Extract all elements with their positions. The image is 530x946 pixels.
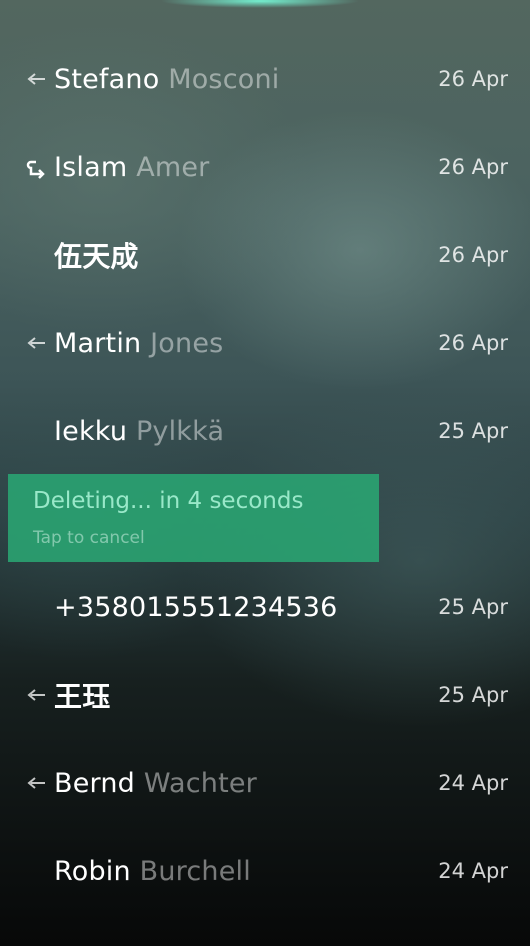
remorse-cancel-hint: Tap to cancel: [33, 528, 145, 548]
conversation-date: 24 Apr: [438, 771, 508, 795]
remorse-timer-banner[interactable]: Deleting... in 4 seconds Tap to cancel: [8, 474, 379, 562]
contact-first-name: Martin: [54, 327, 142, 359]
contact-first-name: Stefano: [54, 63, 160, 95]
conversation-date: 26 Apr: [438, 331, 508, 355]
conversation-date: 25 Apr: [438, 683, 508, 707]
conversation-row-iekku-pylkka[interactable]: Iekku Pylkkä 25 Apr: [0, 387, 530, 475]
conversation-date: 25 Apr: [438, 595, 508, 619]
remorse-title: Deleting... in 4 seconds: [33, 488, 304, 514]
contact-name: +358015551234536: [54, 591, 338, 623]
conversation-row-wu-tiancheng[interactable]: 伍天成 26 Apr: [0, 211, 530, 299]
contact-first-name: Islam: [54, 151, 128, 183]
contact-first-name: Bernd: [54, 767, 136, 799]
contact-name: Martin Jones: [54, 328, 223, 359]
contact-first-name: Iekku: [54, 415, 128, 447]
contact-name: 伍天成: [54, 240, 139, 273]
conversation-date: 26 Apr: [438, 67, 508, 91]
contact-name: Islam Amer: [54, 152, 209, 183]
conversation-row-bernd-wachter[interactable]: Bernd Wachter 24 Apr: [0, 739, 530, 827]
contact-name: Iekku Pylkkä: [54, 416, 224, 447]
conversation-date: 25 Apr: [438, 419, 508, 443]
conversation-list: Stefano Mosconi 26 Apr Islam Amer 26 Apr…: [0, 0, 530, 946]
outgoing-arrow-icon: [24, 771, 48, 795]
contact-name: Robin Burchell: [54, 856, 251, 887]
contact-last-name: Mosconi: [168, 63, 280, 95]
conversation-row-robin-burchell[interactable]: Robin Burchell 24 Apr: [0, 827, 530, 915]
outgoing-arrow-icon: [24, 683, 48, 707]
conversation-row-martin-jones[interactable]: Martin Jones 26 Apr: [0, 299, 530, 387]
conversation-date: 24 Apr: [438, 859, 508, 883]
contact-last-name: Burchell: [139, 855, 251, 887]
conversation-row-stefano-mosconi[interactable]: Stefano Mosconi 26 Apr: [0, 35, 530, 123]
contact-last-name: Jones: [150, 327, 224, 359]
contact-name: Stefano Mosconi: [54, 64, 279, 95]
contact-last-name: Pylkkä: [135, 415, 225, 447]
conversation-row-phone-number[interactable]: +358015551234536 25 Apr: [0, 563, 530, 651]
contact-last-name: Wachter: [143, 767, 257, 799]
contact-name: 王珏: [54, 680, 111, 713]
conversation-row-islam-amer[interactable]: Islam Amer 26 Apr: [0, 123, 530, 211]
conversation-row-wang-jue[interactable]: 王珏 25 Apr: [0, 651, 530, 739]
reply-arrow-icon: [24, 157, 48, 181]
contact-last-name: Amer: [136, 151, 210, 183]
conversation-date: 26 Apr: [438, 243, 508, 267]
contact-name: Bernd Wachter: [54, 768, 257, 799]
outgoing-arrow-icon: [24, 331, 48, 355]
contact-first-name: Robin: [54, 855, 131, 887]
outgoing-arrow-icon: [24, 67, 48, 91]
conversation-date: 26 Apr: [438, 155, 508, 179]
